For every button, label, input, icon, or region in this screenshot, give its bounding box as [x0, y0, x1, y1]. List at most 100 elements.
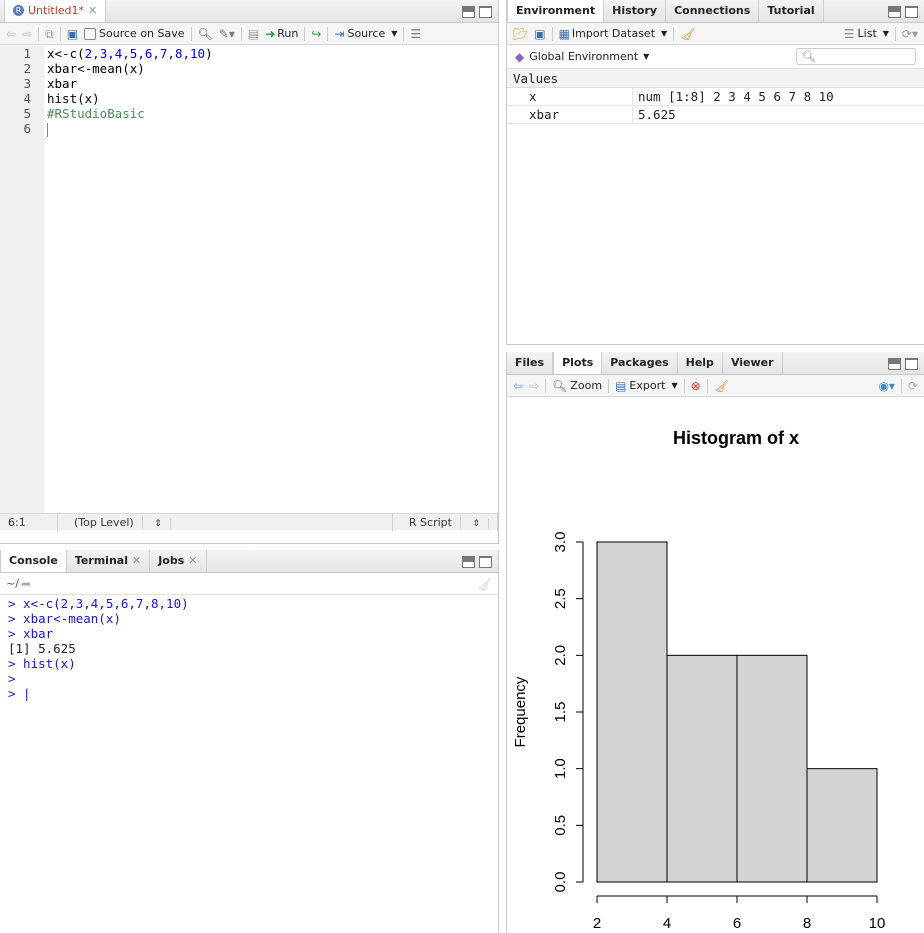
load-workspace-icon[interactable]: 📂︎: [513, 28, 528, 40]
tab-jobs[interactable]: Jobs ✕: [150, 550, 207, 572]
console-toolbar: ~/ ➦ 🧹︎: [0, 573, 498, 595]
table-icon[interactable]: ▦: [559, 28, 570, 40]
close-icon[interactable]: ✕: [88, 4, 97, 17]
search-icon[interactable]: 🔍︎: [198, 28, 213, 40]
tab-viewer[interactable]: Viewer: [723, 352, 783, 374]
chevron-down-icon[interactable]: ▼: [643, 51, 649, 63]
remove-plot-icon[interactable]: ⊗: [691, 380, 701, 392]
magic-wand-icon[interactable]: ✎▾: [219, 28, 235, 40]
chevron-down-icon[interactable]: ▼: [391, 28, 397, 40]
environment-search-input[interactable]: 🔍︎: [796, 48, 916, 65]
tab-files[interactable]: Files: [507, 352, 554, 374]
editor-statusbar: 6:1 (Top Level) ⇕ R Script ⇕: [0, 513, 498, 531]
tab-history[interactable]: History: [604, 0, 667, 22]
source-on-save-label: Source on Save: [99, 27, 185, 40]
working-directory: ~/: [6, 577, 19, 590]
console-line: > |: [8, 686, 31, 701]
publish-icon[interactable]: ◉▾: [878, 380, 895, 392]
refresh-icon[interactable]: ⟳: [908, 380, 918, 392]
plots-toolbar: ⇦ ⇨ 🔍︎ Zoom ▤ Export ▼ ⊗ 🧹︎ ◉▾ ⟳: [507, 375, 924, 397]
code-token: xbar: [47, 76, 78, 91]
source-icon[interactable]: ⇥: [334, 28, 344, 40]
x-tick-label: 4: [663, 915, 671, 932]
code-line: hist(x): [47, 91, 498, 106]
tab-connections[interactable]: Connections: [666, 0, 760, 22]
console-line: > x<-c(2,3,4,5,6,7,8,10): [8, 596, 189, 611]
variable-name: x: [507, 87, 633, 106]
minimize-button[interactable]: [888, 358, 901, 370]
refresh-icon[interactable]: ⟳▾: [902, 28, 918, 40]
filetype-selector[interactable]: R Script ⇕: [393, 513, 498, 531]
compile-report-icon[interactable]: ▤: [248, 28, 259, 40]
minimize-button[interactable]: [888, 6, 901, 18]
save-icon[interactable]: ▣: [67, 28, 78, 40]
tab-untitled1[interactable]: R Untitled1* ✕: [4, 0, 107, 22]
plots-tabbar: Files Plots Packages Help Viewer: [507, 352, 924, 375]
close-icon[interactable]: ✕: [188, 554, 197, 567]
code-editor[interactable]: x<-c(2,3,4,5,6,7,8,10) xbar<-mean(x) xbar h…: [47, 46, 498, 137]
tab-help[interactable]: Help: [678, 352, 723, 374]
variable-value: num [1:8] 2 3 4 5 6 7 8 10: [638, 88, 834, 104]
rerun-icon[interactable]: ↪: [311, 28, 321, 40]
code-token: #RStudioBasic: [47, 106, 145, 121]
line-number: 6: [23, 121, 31, 136]
environment-pane: Environment History Connections Tutorial…: [506, 0, 924, 345]
histogram-bar: [666, 654, 738, 883]
tab-packages[interactable]: Packages: [602, 352, 678, 374]
y-tick-label: 2.5: [552, 588, 569, 609]
maximize-button[interactable]: [905, 358, 918, 370]
code-token: ): [205, 46, 213, 61]
environment-row[interactable]: xbar 5.625: [507, 105, 924, 124]
show-in-window-icon[interactable]: ⧉: [45, 28, 54, 40]
import-dataset-button[interactable]: Import Dataset: [572, 27, 655, 40]
variable-value: 5.625: [638, 106, 676, 122]
global-environment-selector[interactable]: Global Environment: [529, 50, 638, 63]
maximize-button[interactable]: [479, 6, 492, 18]
run-arrow-icon[interactable]: ➜: [265, 28, 275, 40]
back-arrow-icon[interactable]: ⇦: [6, 28, 16, 40]
console-tabbar: Console Terminal ✕ Jobs ✕: [0, 550, 498, 573]
chevron-down-icon[interactable]: ▼: [883, 28, 889, 40]
outline-icon[interactable]: ☰: [410, 28, 421, 40]
export-button[interactable]: Export: [629, 379, 665, 392]
forward-arrow-icon[interactable]: ⇨: [22, 28, 32, 40]
source-on-save-checkbox[interactable]: [84, 27, 97, 40]
previous-plot-icon[interactable]: ⇦: [513, 380, 523, 392]
line-number: 5: [23, 106, 31, 121]
chevron-down-icon[interactable]: ▼: [661, 28, 667, 40]
goto-directory-icon[interactable]: ➦: [21, 578, 31, 590]
tab-console[interactable]: Console: [0, 550, 67, 572]
close-icon[interactable]: ✕: [132, 554, 141, 567]
broom-icon[interactable]: 🧹︎: [714, 380, 729, 392]
next-plot-icon[interactable]: ⇨: [529, 380, 539, 392]
console-line: >: [8, 671, 16, 686]
scope-selector[interactable]: (Top Level) ⇕: [58, 513, 393, 531]
line-number: 2: [23, 61, 31, 76]
maximize-button[interactable]: [479, 556, 492, 568]
tab-tutorial[interactable]: Tutorial: [759, 0, 824, 22]
console-pane: Console Terminal ✕ Jobs ✕ ~/ ➦ 🧹︎ > x<-c(2…: [0, 550, 499, 933]
zoom-button[interactable]: Zoom: [570, 379, 602, 392]
environment-tabbar: Environment History Connections Tutorial: [507, 0, 924, 23]
maximize-button[interactable]: [905, 6, 918, 18]
run-button[interactable]: Run: [277, 27, 298, 40]
broom-icon[interactable]: 🧹︎: [477, 578, 492, 590]
minimize-button[interactable]: [462, 556, 475, 568]
tab-plots[interactable]: Plots: [553, 352, 603, 374]
code-token: xbar<-mean(x): [47, 61, 145, 76]
y-axis-label: Frequency: [512, 676, 529, 747]
view-mode-list[interactable]: List: [858, 27, 877, 40]
cursor-position: 6:1: [0, 513, 58, 531]
source-button[interactable]: Source: [347, 27, 385, 40]
environment-row[interactable]: x num [1:8] 2 3 4 5 6 7 8 10: [507, 87, 924, 106]
tab-terminal[interactable]: Terminal ✕: [67, 550, 151, 572]
zoom-icon[interactable]: 🔍︎: [552, 380, 567, 392]
code-line: #RStudioBasic: [47, 106, 498, 121]
console-output[interactable]: > x<-c(2,3,4,5,6,7,8,10) > xbar<-mean(x) >…: [8, 596, 498, 701]
broom-icon[interactable]: 🧹︎: [680, 28, 695, 40]
chevron-down-icon[interactable]: ▼: [671, 380, 677, 392]
minimize-button[interactable]: [462, 6, 475, 18]
export-icon[interactable]: ▤: [615, 380, 626, 392]
tab-environment[interactable]: Environment: [507, 0, 605, 22]
save-icon[interactable]: ▣: [534, 28, 545, 40]
